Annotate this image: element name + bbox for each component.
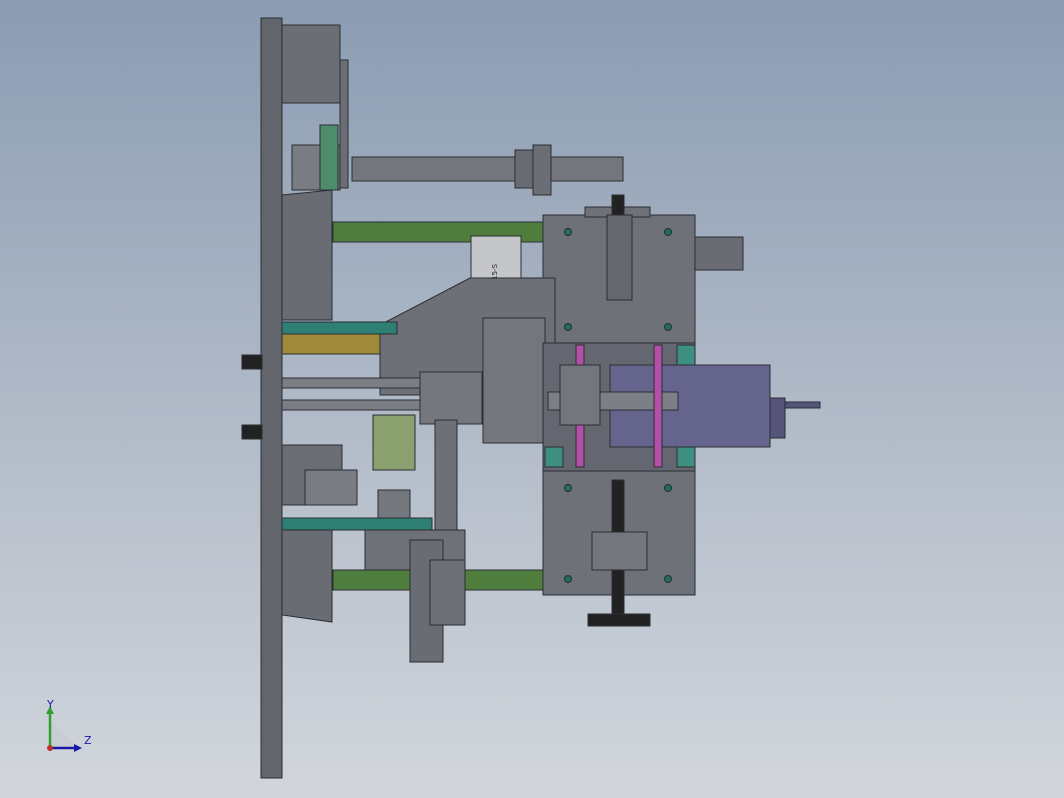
bolt [564, 484, 572, 492]
screw-nut-block[interactable] [591, 531, 648, 571]
bolt [664, 323, 672, 331]
bolt [664, 575, 672, 583]
vertical-post[interactable] [434, 419, 458, 531]
lower-post-block[interactable] [377, 489, 411, 519]
cad-viewport[interactable]: MZ20-15-S [0, 0, 1064, 798]
z-axis-arrow-head [74, 744, 82, 752]
gold-slide-bar[interactable] [281, 333, 381, 355]
horizontal-shaft[interactable] [351, 156, 624, 182]
drive-gear[interactable] [372, 414, 416, 471]
triad-plane [50, 722, 78, 748]
corner-tab [676, 344, 696, 366]
bolt [564, 323, 572, 331]
upper-angled-plate[interactable] [281, 189, 333, 321]
main-vertical-plate[interactable] [260, 17, 283, 779]
lower-angled-plate[interactable] [281, 529, 333, 623]
middle-slide-rail-2[interactable] [281, 399, 423, 411]
y-axis-label: Y [46, 700, 54, 711]
bolt [564, 575, 572, 583]
lower-support-foot[interactable] [429, 559, 466, 626]
corner-tab [676, 446, 696, 468]
motor-shaft[interactable] [784, 401, 821, 409]
bolt [564, 228, 572, 236]
middle-bracket[interactable] [419, 371, 483, 425]
top-bracket[interactable] [339, 59, 349, 189]
motor-end-cap[interactable] [769, 397, 786, 439]
coupler-housing[interactable] [559, 364, 601, 426]
shaft-collar[interactable] [532, 144, 552, 196]
lower-teal-rail[interactable] [281, 517, 433, 531]
bolt [664, 228, 672, 236]
magenta-bracket-right[interactable] [653, 344, 663, 468]
pulley-wheel[interactable] [319, 124, 339, 191]
shaft-nut[interactable] [514, 149, 536, 189]
triad-origin [47, 745, 53, 751]
upper-teal-rail[interactable] [281, 321, 398, 335]
upper-guide-shaft[interactable] [606, 214, 633, 301]
corner-tab [544, 446, 564, 468]
bottom-gear[interactable] [587, 613, 651, 627]
z-axis-label: Z [84, 734, 92, 747]
assembly-model[interactable]: MZ20-15-S [241, 17, 821, 779]
bolt [664, 484, 672, 492]
upper-block-tab[interactable] [694, 236, 744, 271]
slide-carriage[interactable] [482, 317, 546, 444]
top-mount-block[interactable] [281, 24, 341, 104]
middle-slide-rail[interactable] [281, 377, 423, 389]
knurled-screw-lower[interactable] [241, 424, 263, 440]
coordinate-triad: Y Z [46, 700, 92, 752]
small-clamp-block[interactable] [304, 469, 358, 506]
knurled-screw-upper[interactable] [241, 354, 263, 370]
